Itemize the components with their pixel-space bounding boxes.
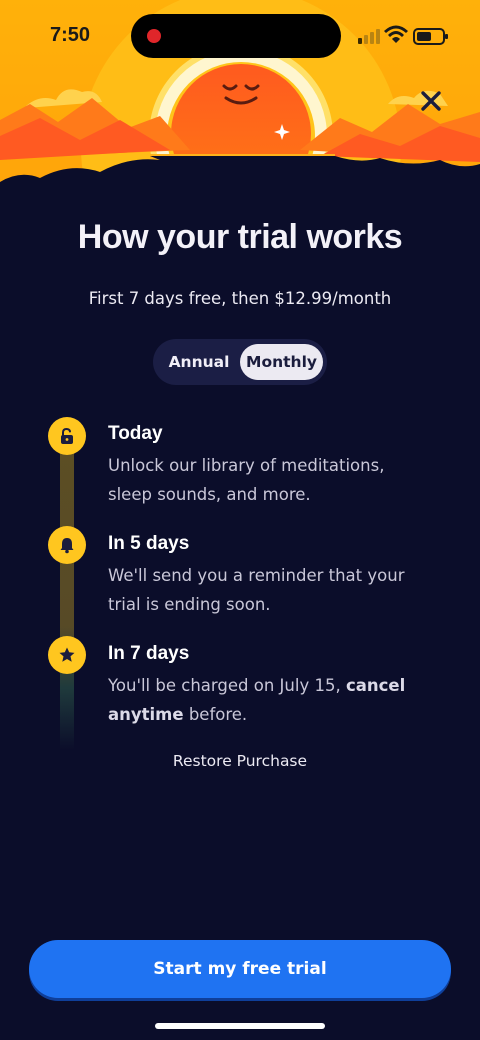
dynamic-island	[131, 14, 341, 58]
status-time: 7:50	[50, 24, 91, 46]
timeline-desc-line: sleep sounds, and more.	[108, 485, 311, 504]
battery-icon	[413, 28, 448, 45]
bell-icon	[60, 538, 74, 554]
timeline-desc-line: anytime before.	[108, 700, 448, 729]
timeline-step-description: Unlock our library of meditations, sleep…	[108, 451, 448, 509]
timeline-track	[60, 440, 74, 750]
page-title: How your trial works	[77, 218, 403, 256]
restore-purchase-link[interactable]: Restore Purchase	[0, 752, 480, 770]
timeline-step-5days-icon-badge	[48, 526, 86, 564]
timeline-step-description: You'll be charged on July 15, cancel any…	[108, 671, 448, 729]
close-button[interactable]	[412, 82, 450, 120]
unlock-icon	[61, 427, 73, 444]
timeline-desc-line: trial is ending soon.	[108, 595, 271, 614]
charge-date-text: You'll be charged on July 15,	[108, 676, 346, 695]
signal-icon	[358, 29, 380, 44]
timeline-step-title: In 5 days	[108, 533, 190, 554]
price-subtitle: First 7 days free, then $12.99/month	[88, 289, 392, 308]
timeline-desc-line: You'll be charged on July 15, cancel	[108, 671, 448, 700]
close-icon	[421, 91, 441, 111]
star-icon	[59, 647, 75, 662]
recording-indicator-icon	[147, 29, 161, 43]
timeline-step-title: Today	[108, 423, 163, 444]
timeline-step-description: We'll send you a reminder that your tria…	[108, 561, 448, 619]
monthly-option[interactable]: Monthly	[240, 344, 323, 380]
timeline-step-7days-icon-badge	[48, 636, 86, 674]
timeline-desc-line: We'll send you a reminder that your	[108, 566, 405, 585]
wifi-icon	[384, 25, 408, 43]
anytime-emphasis: anytime	[108, 705, 184, 724]
timeline-step-today-icon-badge	[48, 417, 86, 455]
timeline-step-title: In 7 days	[108, 643, 190, 664]
before-text: before.	[183, 705, 248, 724]
home-indicator[interactable]	[155, 1023, 325, 1029]
start-free-trial-button[interactable]: Start my free trial	[29, 940, 451, 998]
status-icons	[356, 24, 456, 48]
cancel-emphasis: cancel	[345, 676, 406, 695]
status-bar: 7:50	[0, 0, 480, 72]
billing-period-toggle: Annual Monthly	[153, 339, 327, 385]
timeline-desc-line: Unlock our library of meditations,	[108, 456, 385, 475]
annual-option[interactable]: Annual	[159, 344, 239, 380]
